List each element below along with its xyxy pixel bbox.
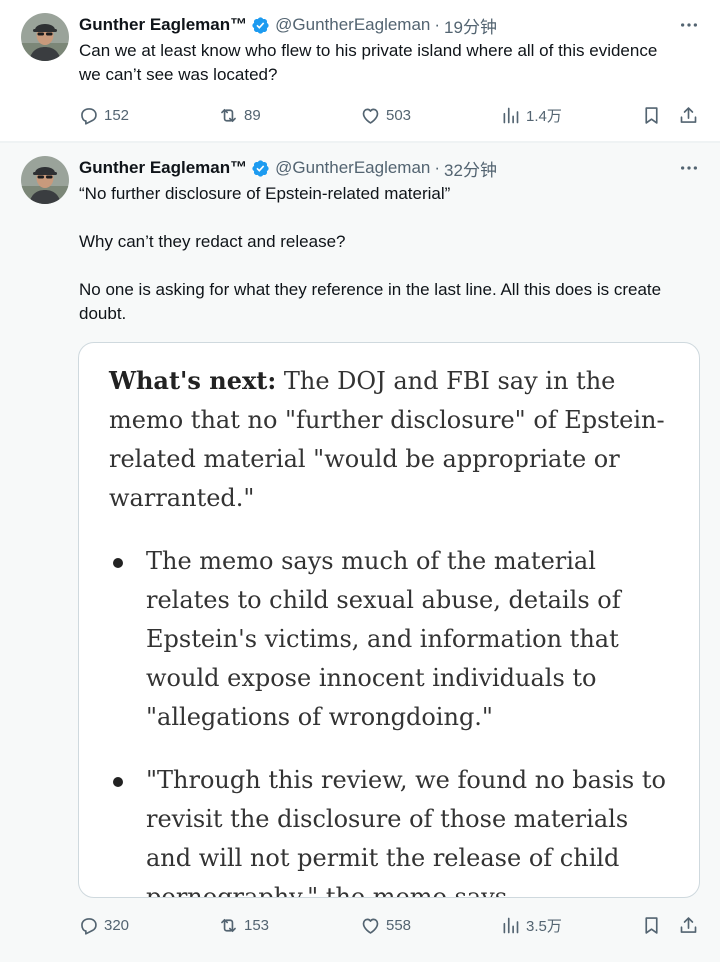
image-bullet: The memo says much of the material relat…: [109, 542, 679, 737]
more-icon[interactable]: [678, 157, 700, 179]
action-bar: 152 89 503 1.4万: [78, 103, 702, 127]
image-lead-bold: What's next:: [109, 366, 277, 395]
tweet-paragraph: “No further disclosure of Epstein-relate…: [79, 184, 451, 203]
bookmark-button[interactable]: [641, 103, 662, 127]
views-count: 1.4万: [526, 107, 562, 125]
like-count: 558: [386, 916, 412, 934]
share-icon: [680, 916, 697, 933]
bookmark-button[interactable]: [641, 913, 662, 937]
verified-badge-icon: [251, 159, 270, 178]
separator-dot: ·: [434, 15, 441, 34]
reply-icon: [81, 917, 97, 935]
timestamp[interactable]: 19分钟: [444, 13, 497, 38]
reply-count: 152: [104, 106, 130, 124]
repost-count: 153: [244, 916, 270, 934]
views-icon: [503, 107, 519, 123]
like-button[interactable]: 558: [360, 913, 411, 937]
views-count: 3.5万: [526, 917, 562, 935]
avatar-photo: [21, 156, 69, 204]
repost-button[interactable]: 153: [218, 913, 269, 937]
image-bullet-text: "Through this review, we found no basis …: [146, 766, 666, 898]
share-button[interactable]: [678, 103, 699, 127]
author-handle[interactable]: @GuntherEagleman: [275, 158, 430, 178]
tweet-header: Gunther Eagleman™ @GuntherEagleman · 32分…: [79, 156, 497, 181]
attached-image[interactable]: What's next: The DOJ and FBI say in the …: [78, 342, 700, 898]
bookmark-icon: [645, 106, 658, 124]
bookmark-icon: [645, 916, 658, 934]
repost-button[interactable]: 89: [218, 103, 261, 127]
tweet-1[interactable]: Gunther Eagleman™ @GuntherEagleman · 19分…: [0, 0, 720, 141]
bullet-dot-icon: [113, 558, 123, 568]
tweet-text: Can we at least know who flew to his pri…: [79, 39, 679, 87]
views-icon: [503, 917, 519, 933]
image-bullet-text: The memo says much of the material relat…: [146, 547, 621, 731]
reply-icon: [81, 107, 97, 125]
tweet-paragraph: Can we at least know who flew to his pri…: [79, 41, 658, 84]
author-handle[interactable]: @GuntherEagleman: [275, 15, 430, 35]
action-bar: 320 153 558 3.5万: [78, 913, 702, 937]
like-icon: [362, 108, 379, 124]
repost-icon: [221, 108, 236, 122]
like-count: 503: [386, 106, 412, 124]
repost-count: 89: [244, 106, 261, 124]
share-button[interactable]: [678, 913, 699, 937]
reply-count: 320: [104, 916, 130, 934]
more-icon[interactable]: [678, 14, 700, 36]
share-icon: [680, 106, 697, 123]
author-name[interactable]: Gunther Eagleman™: [79, 158, 247, 178]
tweet-paragraph: No one is asking for what they reference…: [79, 280, 662, 323]
avatar[interactable]: [21, 13, 69, 61]
avatar-photo: [21, 13, 69, 61]
bullet-dot-icon: [113, 777, 123, 787]
separator-dot: ·: [434, 158, 441, 177]
tweet-2[interactable]: Gunther Eagleman™ @GuntherEagleman · 32分…: [0, 143, 720, 962]
reply-button[interactable]: 320: [78, 913, 129, 937]
image-bullet: "Through this review, we found no basis …: [109, 761, 679, 898]
views-button[interactable]: 1.4万: [500, 103, 562, 127]
author-name[interactable]: Gunther Eagleman™: [79, 15, 247, 35]
repost-icon: [221, 918, 236, 932]
tweet-text: “No further disclosure of Epstein-relate…: [79, 182, 679, 326]
timestamp[interactable]: 32分钟: [444, 156, 497, 181]
like-icon: [362, 918, 379, 934]
like-button[interactable]: 503: [360, 103, 411, 127]
avatar[interactable]: [21, 156, 69, 204]
verified-badge-icon: [251, 16, 270, 35]
tweet-paragraph: Why can’t they redact and release?: [79, 232, 346, 251]
reply-button[interactable]: 152: [78, 103, 129, 127]
image-text-content: What's next: The DOJ and FBI say in the …: [109, 361, 679, 898]
views-button[interactable]: 3.5万: [500, 913, 562, 937]
tweet-header: Gunther Eagleman™ @GuntherEagleman · 19分…: [79, 13, 497, 38]
image-lead-paragraph: What's next: The DOJ and FBI say in the …: [109, 361, 679, 518]
